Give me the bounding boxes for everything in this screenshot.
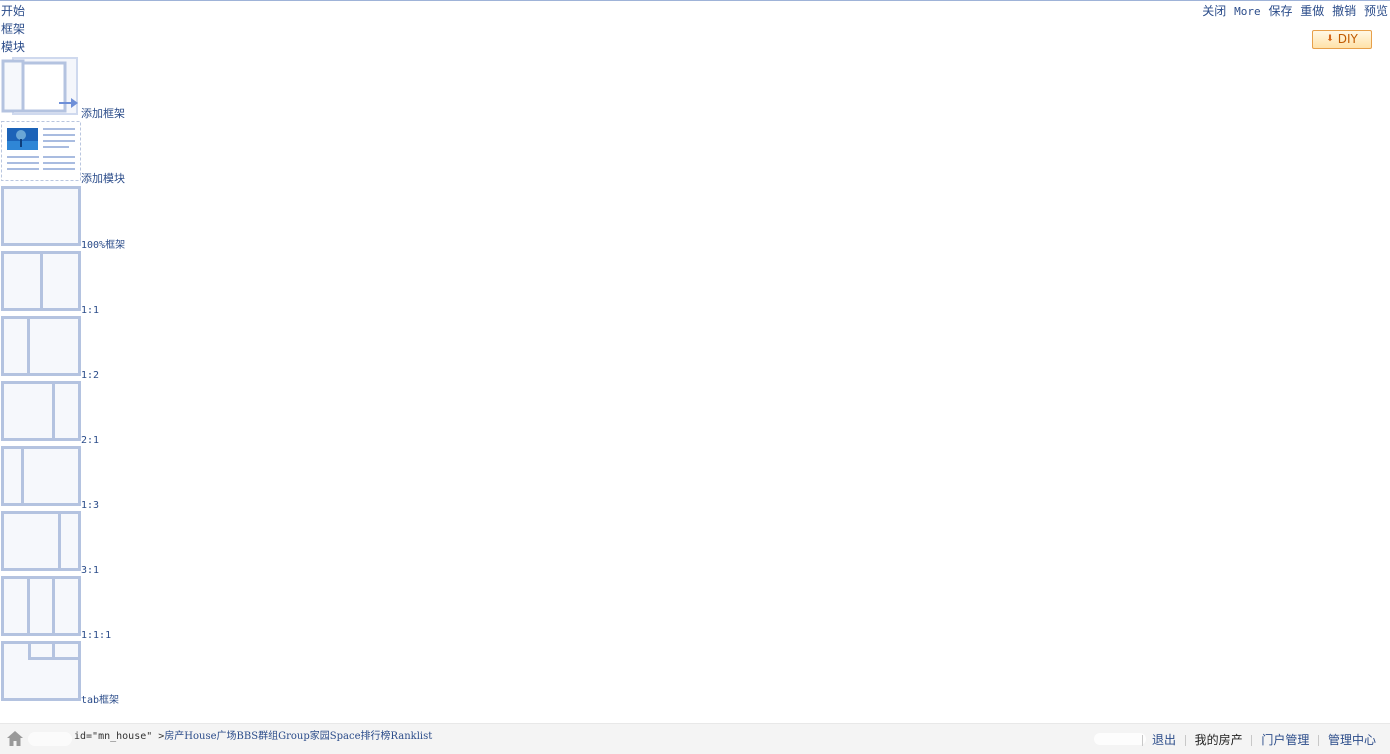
palette-label: 1:1 — [81, 305, 100, 316]
nav-link-bbs[interactable]: 广场BBS — [217, 731, 259, 742]
nav-link-ranklist[interactable]: 排行榜Ranklist — [360, 731, 432, 742]
redo-button[interactable]: 重做 — [1300, 4, 1324, 18]
frame-tab-icon — [1, 641, 81, 701]
home-icon[interactable] — [6, 730, 24, 747]
footer-links: 退出 我的房产 门户管理 管理中心 — [1141, 731, 1380, 748]
frame-2-1-icon — [1, 381, 81, 441]
divider — [1142, 735, 1144, 746]
undo-button[interactable]: 撤销 — [1332, 4, 1356, 18]
add-frame-icon — [1, 56, 81, 116]
portal-admin-link[interactable]: 门户管理 — [1257, 733, 1313, 747]
frame-3-1-icon — [1, 511, 81, 571]
close-button[interactable]: 关闭 — [1202, 4, 1226, 18]
admin-center-link[interactable]: 管理中心 — [1324, 733, 1380, 747]
tab-frame[interactable]: 框架 — [1, 20, 25, 38]
top-border — [0, 0, 1390, 1]
more-button[interactable]: More — [1234, 5, 1261, 18]
palette-label: 1:3 — [81, 500, 100, 511]
nav-link-house[interactable]: 房产House — [164, 731, 216, 742]
diy-tabs: 开始 框架 模块 — [1, 2, 25, 56]
diy-button[interactable]: ⬇ DIY — [1312, 30, 1372, 49]
nav-link-space[interactable]: 家园Space — [310, 731, 361, 742]
code-fragment: id="mn_house" > — [74, 731, 165, 742]
down-arrow-icon: ⬇ — [1326, 34, 1334, 44]
frame-1-3-icon — [1, 446, 81, 506]
save-button[interactable]: 保存 — [1268, 4, 1292, 18]
palette-label: tab框架 — [81, 695, 120, 706]
frame-1-2-icon — [1, 316, 81, 376]
divider — [1251, 735, 1253, 746]
blurred-username — [28, 732, 72, 746]
palette-label: 1:2 — [81, 370, 100, 381]
footer-bar: id="mn_house" >房产House广场BBS群组Group家园Spac… — [0, 723, 1390, 754]
palette-label: 1:1:1 — [81, 630, 112, 641]
diy-button-label: DIY — [1337, 32, 1358, 46]
divider — [1318, 735, 1320, 746]
add-module-icon — [1, 121, 81, 181]
my-house-link[interactable]: 我的房产 — [1191, 733, 1247, 747]
frame-1-1-1-icon — [1, 576, 81, 636]
nav-link-group[interactable]: 群组Group — [258, 731, 310, 742]
palette-label: 添加框架 — [81, 107, 125, 120]
divider — [1184, 735, 1186, 746]
tab-module[interactable]: 模块 — [1, 38, 25, 56]
palette-label: 3:1 — [81, 565, 100, 576]
frame-1-1-icon — [1, 251, 81, 311]
palette-label: 2:1 — [81, 435, 100, 446]
breadcrumb: id="mn_house" >房产House广场BBS群组Group家园Spac… — [74, 727, 432, 742]
logout-link[interactable]: 退出 — [1148, 733, 1180, 747]
palette-label: 添加模块 — [81, 172, 125, 185]
frame-100-icon — [1, 186, 81, 246]
palette-label: 100%框架 — [81, 240, 126, 251]
tab-start[interactable]: 开始 — [1, 2, 25, 20]
preview-button[interactable]: 预览 — [1364, 4, 1388, 18]
diy-toolbar: 关闭 More 保存 重做 撤销 预览 — [1198, 3, 1388, 19]
blurred-user-info — [1094, 733, 1146, 745]
